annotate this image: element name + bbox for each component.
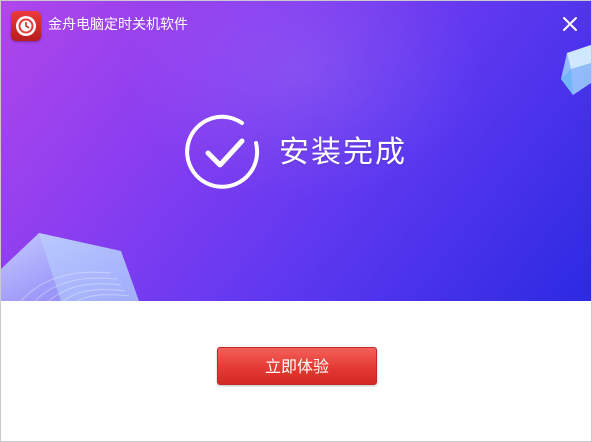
cube-decoration-bottom-left: [1, 233, 139, 301]
app-title: 金舟电脑定时关机软件: [48, 17, 188, 33]
titlebar: 金舟电脑定时关机软件: [1, 1, 591, 49]
banner: 金舟电脑定时关机软件 安装完成: [1, 1, 591, 301]
try-now-button[interactable]: 立即体验: [217, 347, 377, 385]
close-icon: [563, 17, 577, 31]
install-complete-text: 安装完成: [279, 135, 407, 170]
clock-icon: [11, 11, 41, 41]
cube-decoration-top-right: [561, 45, 591, 95]
check-circle-icon: [185, 114, 260, 189]
installer-window: 金舟电脑定时关机软件 安装完成 立即体验: [0, 0, 592, 442]
close-button[interactable]: [555, 9, 585, 39]
